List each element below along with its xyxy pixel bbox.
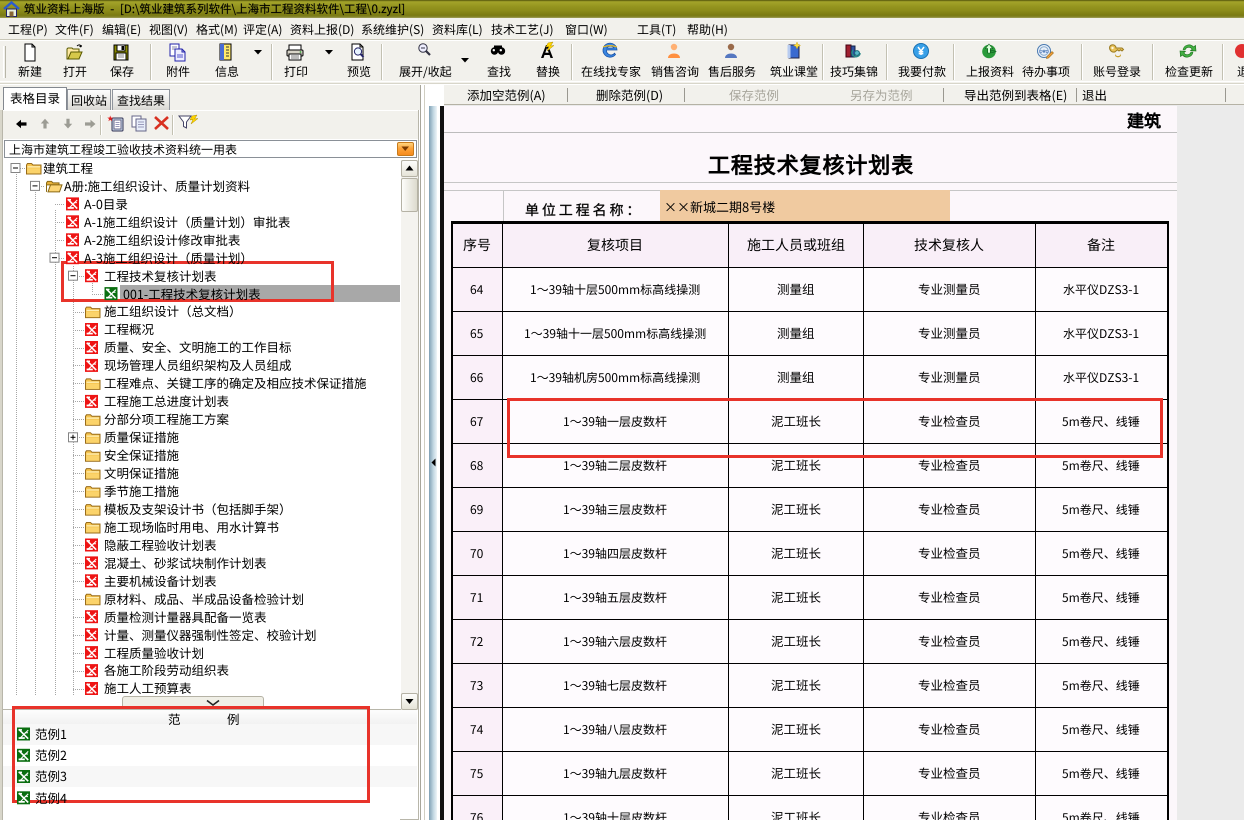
svg-text:DVD: DVD: [1039, 49, 1049, 54]
